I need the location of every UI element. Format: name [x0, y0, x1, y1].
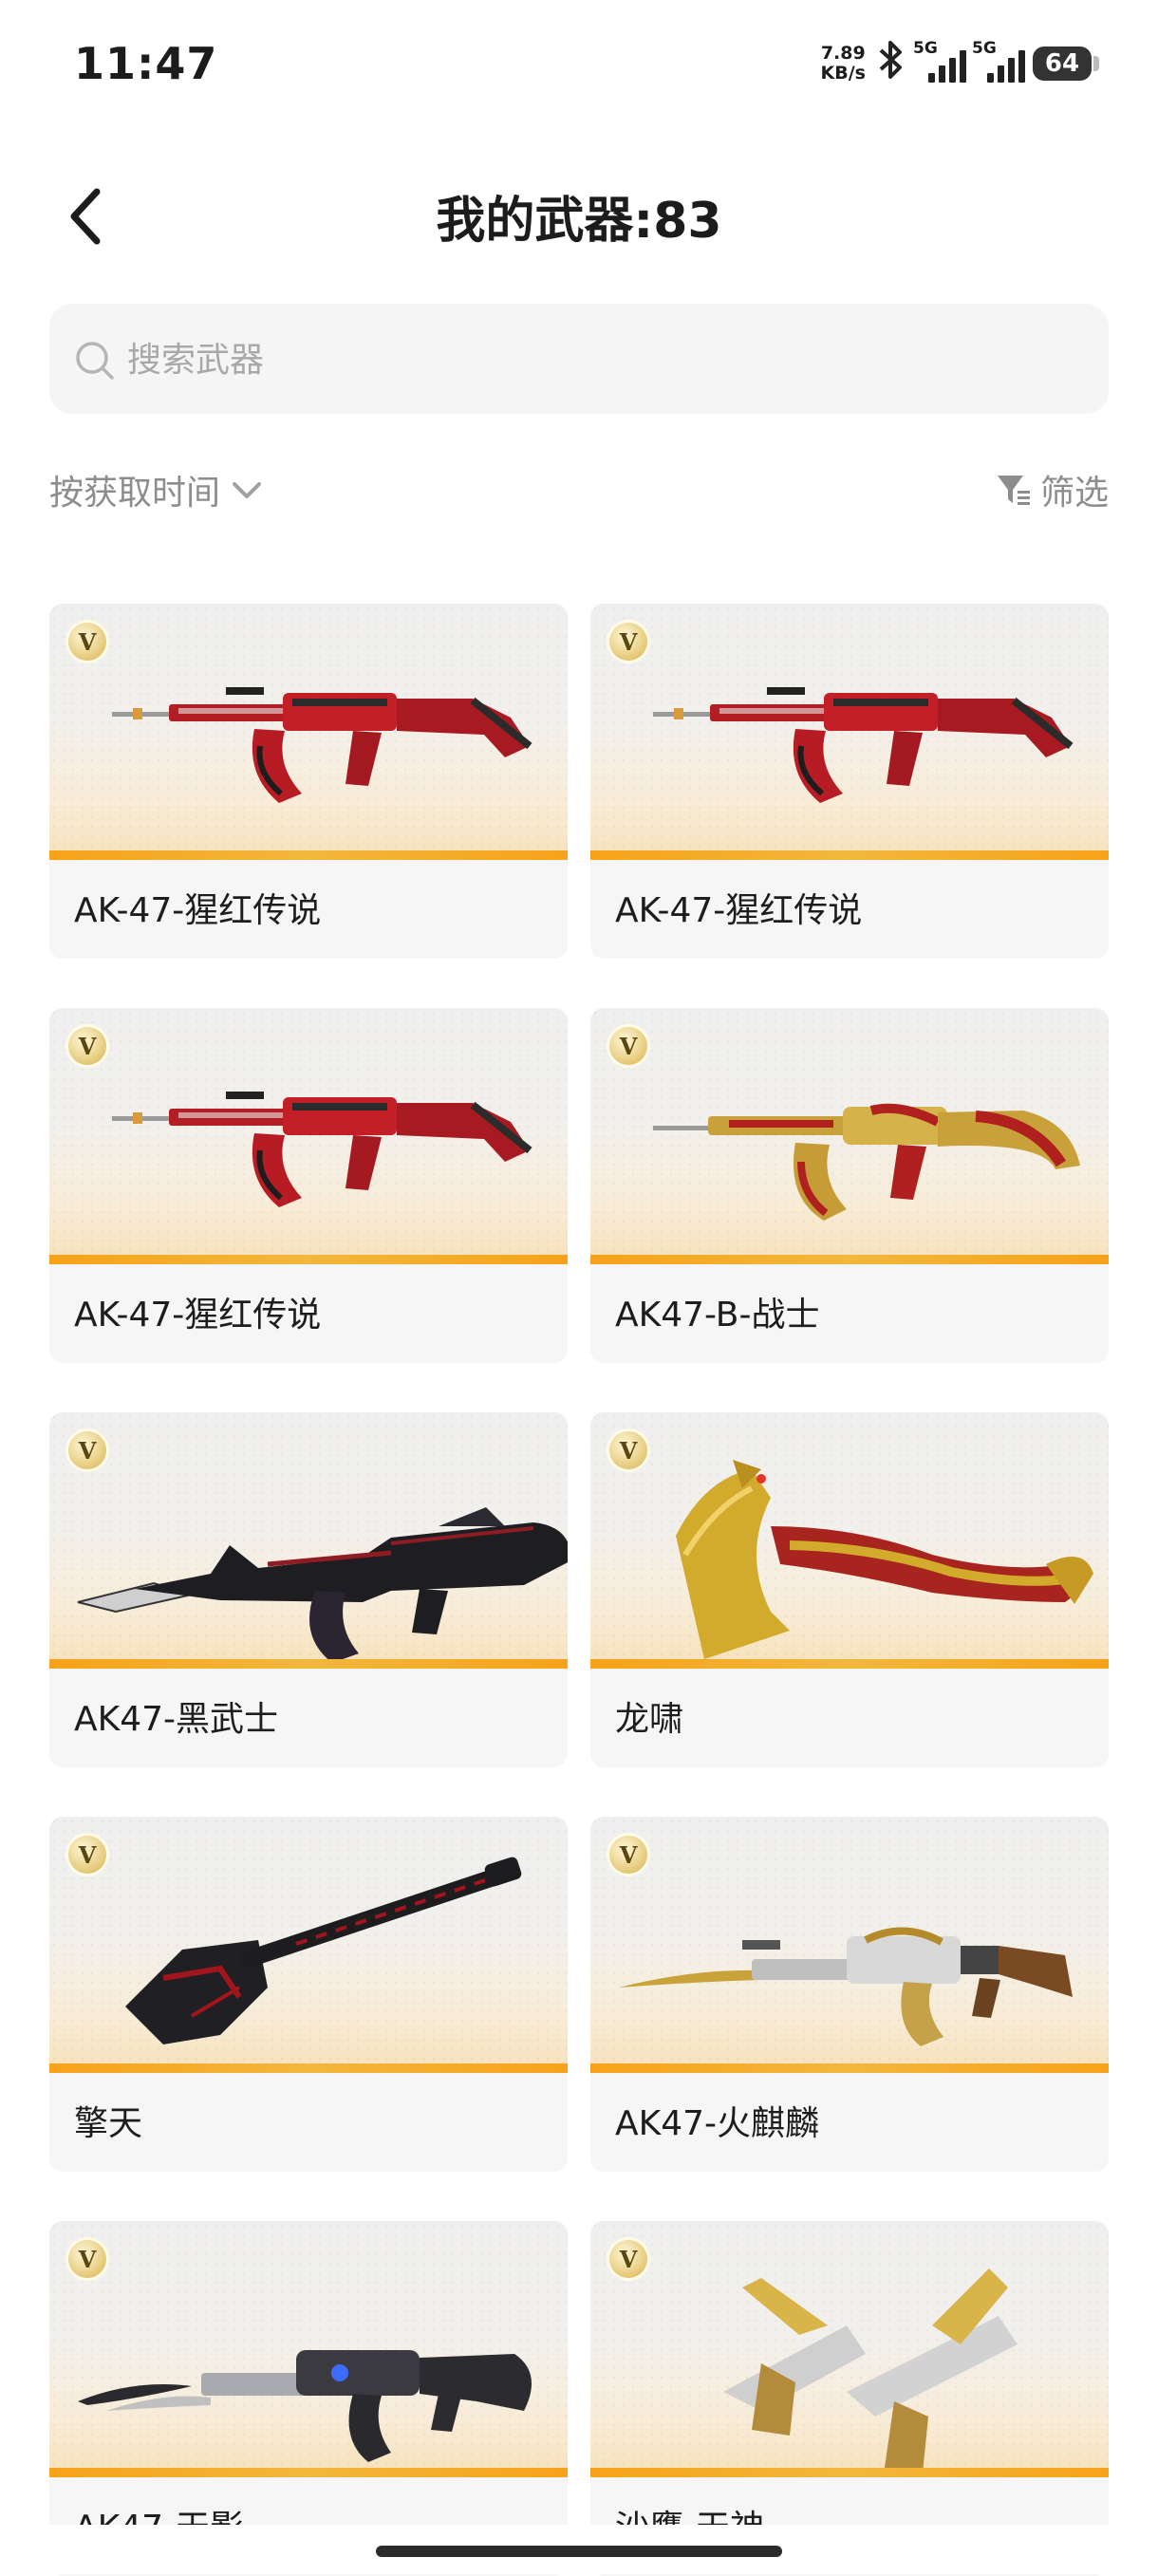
weapon-card[interactable]: V AK47-火麒麟	[590, 1817, 1109, 2172]
vip-badge-icon: V	[609, 2240, 647, 2278]
weapon-ak-red-image	[112, 687, 532, 803]
weapon-card[interactable]: V AK47-B-战士	[590, 1008, 1109, 1363]
weapon-shovel-black-image	[125, 1857, 522, 2044]
filter-button[interactable]: 筛选	[995, 465, 1109, 514]
sort-dropdown[interactable]: 按获取时间	[49, 465, 264, 514]
vip-badge-icon: V	[68, 623, 106, 661]
search-icon	[76, 342, 114, 380]
vip-badge-icon: V	[68, 1027, 106, 1065]
weapon-name: 擎天	[74, 2104, 143, 2143]
weapon-ak-red-image	[112, 1092, 532, 1207]
net-speed: 7.89 KB/s	[820, 43, 866, 84]
page-title: 我的武器:83	[436, 193, 722, 250]
signal-1-icon: 5G	[913, 39, 966, 83]
rarity-stripe	[49, 1659, 568, 1669]
weapon-card[interactable]: V沙鹰-天神	[590, 2221, 1109, 2576]
weapon-ak-silver-gold-image	[619, 1927, 1073, 2046]
sort-label: 按获取时间	[49, 474, 221, 513]
rarity-stripe	[49, 2468, 568, 2477]
weapon-axe-gold-image	[676, 1460, 1093, 1659]
weapon-card[interactable]: VAK47-天影	[49, 2221, 568, 2576]
search-input[interactable]	[125, 323, 1059, 397]
rarity-stripe	[590, 2468, 1109, 2477]
rarity-stripe	[590, 2063, 1109, 2073]
signal-2-icon: 5G	[972, 39, 1025, 83]
battery-indicator: 64	[1033, 47, 1099, 81]
weapon-name: AK-47-猩红传说	[74, 891, 322, 930]
rarity-stripe	[590, 1659, 1109, 1669]
weapon-name: AK47-黑武士	[74, 1700, 279, 1739]
rarity-stripe	[49, 1255, 568, 1264]
weapon-card[interactable]: V AK-47-猩红传说	[590, 604, 1109, 959]
search-bar[interactable]	[49, 304, 1109, 414]
vip-badge-icon: V	[68, 2240, 106, 2278]
filter-icon	[997, 476, 1030, 505]
weapon-deagle-gold-image	[723, 2268, 1018, 2468]
weapon-card[interactable]: V 擎天	[49, 1817, 568, 2172]
weapon-card[interactable]: V 龙啸	[590, 1412, 1109, 1767]
status-icons: 7.89 KB/s 5G 5G 64	[820, 39, 1099, 89]
weapon-name: AK47-B-战士	[615, 1296, 820, 1335]
weapon-grid: V AK-47-猩红传说 V AK-47-猩红传说 V AK-47-猩红传说 V…	[49, 604, 1109, 2576]
vip-badge-icon: V	[68, 1836, 106, 1874]
bluetooth-icon	[875, 39, 906, 89]
weapon-card[interactable]: V AK47-黑武士	[49, 1412, 568, 1767]
vip-badge-icon: V	[68, 1431, 106, 1469]
chevron-down-icon	[233, 482, 262, 498]
home-indicator[interactable]	[376, 2546, 782, 2557]
weapon-card[interactable]: V AK-47-猩红传说	[49, 604, 568, 959]
vip-badge-icon: V	[609, 1027, 647, 1065]
vip-badge-icon: V	[609, 623, 647, 661]
filter-label: 筛选	[1039, 474, 1109, 513]
status-bar: 11:47 7.89 KB/s 5G 5G 64	[0, 0, 1158, 133]
weapon-ak-red-image	[653, 687, 1074, 803]
vip-badge-icon: V	[609, 1431, 647, 1469]
clock: 11:47	[74, 38, 218, 89]
rarity-stripe	[590, 1255, 1109, 1264]
rarity-stripe	[49, 850, 568, 860]
weapon-name: AK47-火麒麟	[615, 2104, 820, 2143]
rarity-stripe	[49, 2063, 568, 2073]
rarity-stripe	[590, 850, 1109, 860]
weapon-name: AK-47-猩红传说	[74, 1296, 322, 1335]
weapon-card[interactable]: V AK-47-猩红传说	[49, 1008, 568, 1363]
weapon-name: 龙啸	[615, 1700, 684, 1739]
weapon-ak-silver-blue-image	[78, 2350, 532, 2462]
weapon-name: AK-47-猩红传说	[615, 891, 863, 930]
weapon-ak-gold-red-image	[653, 1103, 1080, 1221]
vip-badge-icon: V	[609, 1836, 647, 1874]
weapon-ak-black-image	[77, 1507, 568, 1659]
